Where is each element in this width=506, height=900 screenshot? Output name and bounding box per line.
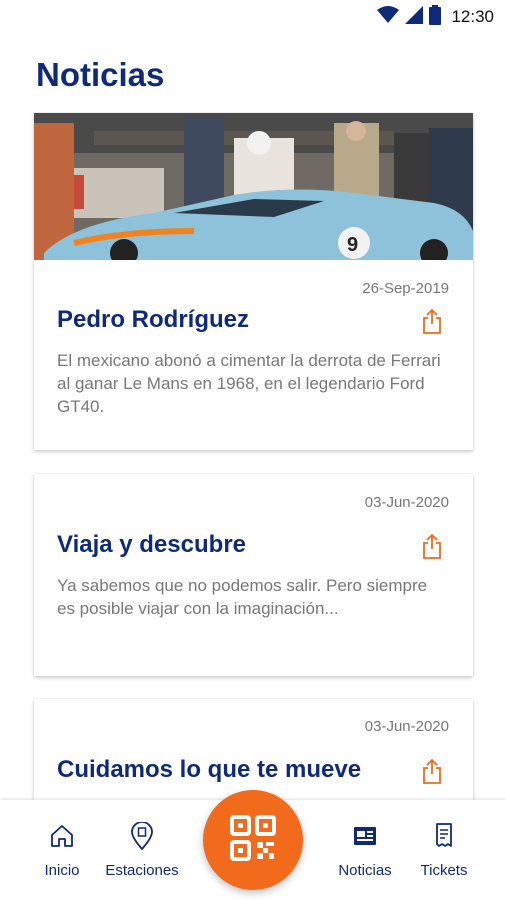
location-pin-icon [128,822,156,850]
news-date: 03-Jun-2020 [364,718,449,735]
share-button[interactable] [421,308,443,339]
news-image: 9 [34,113,473,260]
news-card[interactable]: 03-Jun-2020 Viaja y descubre Ya sabemos … [34,474,473,676]
nav-label: Noticias [338,862,392,879]
svg-text:9: 9 [347,234,358,256]
news-card[interactable]: 03-Jun-2020 Cuidamos lo que te mueve [34,699,473,800]
nav-item-estaciones[interactable]: Estaciones [100,822,184,879]
news-feed[interactable]: 9 26-Sep-2019 Pedro Rodríguez El mexican… [0,0,506,800]
nav-item-tickets[interactable]: Tickets [414,822,474,879]
share-icon [422,758,442,789]
news-excerpt: Ya sabemos que no podemos salir. Pero si… [57,576,428,618]
nav-item-inicio[interactable]: Inicio [40,822,84,879]
qr-code-icon [230,814,276,866]
share-button[interactable] [421,533,443,564]
news-title[interactable]: Viaja y descubre [57,531,246,559]
news-title[interactable]: Cuidamos lo que te mueve [57,756,361,784]
share-icon [422,533,442,564]
nav-label: Tickets [420,862,468,879]
news-date: 26-Sep-2019 [362,280,449,297]
nav-label: Inicio [44,862,80,879]
share-button[interactable] [421,758,443,789]
nav-label: Estaciones [105,862,179,879]
news-excerpt: El mexicano abonó a cimentar la derrota … [57,351,441,416]
receipt-icon [430,822,458,850]
news-title[interactable]: Pedro Rodríguez [57,306,249,334]
nav-item-noticias[interactable]: Noticias [332,822,398,879]
share-icon [422,308,442,339]
news-date: 03-Jun-2020 [364,494,449,511]
home-icon [48,822,76,850]
news-card[interactable]: 9 26-Sep-2019 Pedro Rodríguez El mexican… [34,113,473,450]
newspaper-icon [351,822,379,850]
qr-scan-button[interactable] [203,790,303,890]
